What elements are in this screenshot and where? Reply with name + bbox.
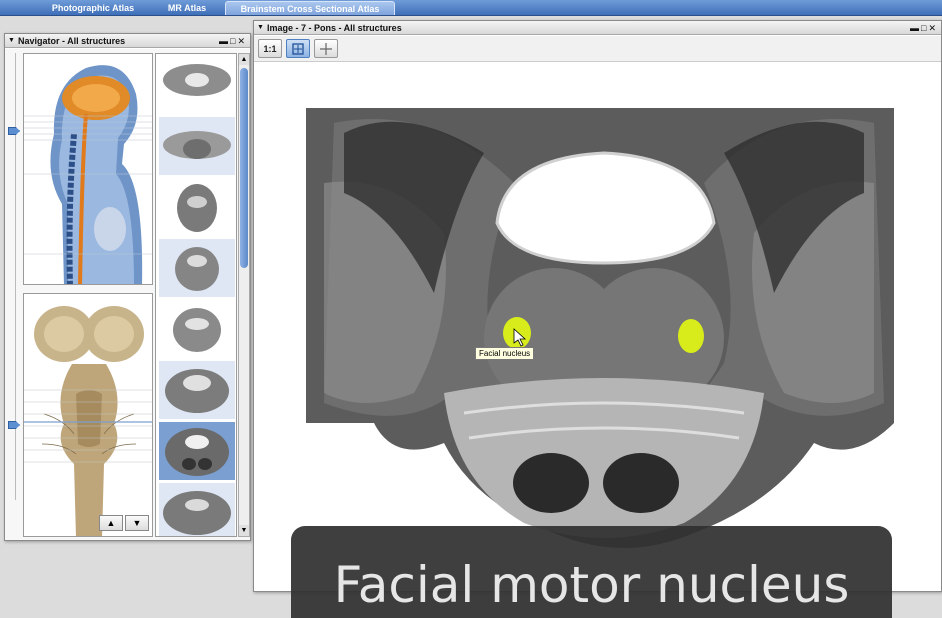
section-thumbnail-selected[interactable]	[159, 422, 235, 480]
move-down-button[interactable]: ▼	[125, 515, 149, 531]
section-thumbnail-list	[155, 53, 237, 537]
tab-mr-atlas[interactable]: MR Atlas	[160, 1, 214, 15]
crosshair-icon	[320, 43, 332, 55]
navigator-window: ▼ Navigator - All structures ▬□✕ ▲ ▼ ▲ ▼	[4, 33, 251, 541]
level-marker-brainstem[interactable]	[8, 421, 20, 429]
close-icon[interactable]: ✕	[928, 23, 938, 33]
actual-size-button[interactable]: 1:1	[258, 39, 282, 58]
sagittal-anatomy-view[interactable]	[23, 53, 153, 285]
section-thumbnail-image	[163, 131, 231, 159]
tab-photographic-atlas[interactable]: Photographic Atlas	[40, 1, 146, 15]
section-thumbnail-image	[163, 64, 231, 96]
image-window-title: Image - 7 - Pons - All structures	[267, 23, 402, 33]
structure-tooltip: Facial nucleus	[475, 347, 535, 360]
video-caption: Facial motor nucleus	[291, 526, 892, 618]
brainstem-anatomy-image	[24, 294, 152, 536]
fit-to-window-button[interactable]	[286, 39, 310, 58]
tab-brainstem-cross-sectional-atlas[interactable]: Brainstem Cross Sectional Atlas	[225, 1, 395, 15]
scroll-down-icon[interactable]: ▼	[239, 525, 249, 536]
level-track	[15, 53, 16, 500]
navigator-body: ▲ ▼ ▲ ▼	[5, 49, 250, 540]
section-thumbnail[interactable]	[159, 117, 235, 175]
scrollbar-thumb[interactable]	[240, 68, 248, 268]
brainstem-anatomy-view[interactable]	[23, 293, 153, 537]
image-window: ▼ Image - 7 - Pons - All structures ▬□✕ …	[253, 20, 942, 592]
navigator-title: Navigator - All structures	[18, 36, 126, 46]
minimize-icon[interactable]: ▬	[219, 36, 230, 46]
section-thumbnail-image	[175, 247, 219, 291]
crosshair-tool-button[interactable]	[314, 39, 338, 58]
section-image-canvas[interactable]: Facial nucleus	[254, 63, 941, 591]
level-marker-sagittal[interactable]	[8, 127, 20, 135]
section-thumbnail[interactable]	[159, 239, 235, 297]
collapse-icon[interactable]: ▼	[8, 34, 15, 48]
section-thumbnail-image	[165, 369, 229, 413]
minimize-icon[interactable]: ▬	[910, 23, 921, 33]
image-window-title-bar[interactable]: ▼ Image - 7 - Pons - All structures ▬□✕	[254, 21, 941, 35]
section-thumbnail[interactable]	[159, 178, 235, 236]
section-thumbnail[interactable]	[159, 483, 235, 536]
section-thumbnail[interactable]	[159, 56, 235, 114]
section-thumbnail[interactable]	[159, 361, 235, 419]
section-thumbnail-image	[177, 184, 217, 232]
section-thumbnail-image	[163, 491, 231, 535]
collapse-icon[interactable]: ▼	[257, 21, 264, 35]
pons-cross-section-image	[306, 108, 894, 548]
sagittal-anatomy-image	[24, 54, 152, 284]
close-icon[interactable]: ✕	[237, 36, 247, 46]
navigator-title-bar[interactable]: ▼ Navigator - All structures ▬□✕	[5, 34, 250, 48]
section-thumbnail-image	[173, 308, 221, 352]
thumbnail-scrollbar[interactable]: ▲ ▼	[238, 53, 250, 537]
move-up-button[interactable]: ▲	[99, 515, 123, 531]
atlas-tab-bar: Photographic Atlas MR Atlas Brainstem Cr…	[0, 0, 942, 16]
scroll-up-icon[interactable]: ▲	[239, 54, 249, 65]
image-toolbar: 1:1	[254, 36, 941, 62]
section-thumbnail[interactable]	[159, 300, 235, 358]
section-thumbnail-image	[165, 428, 229, 476]
fit-icon	[292, 43, 304, 55]
